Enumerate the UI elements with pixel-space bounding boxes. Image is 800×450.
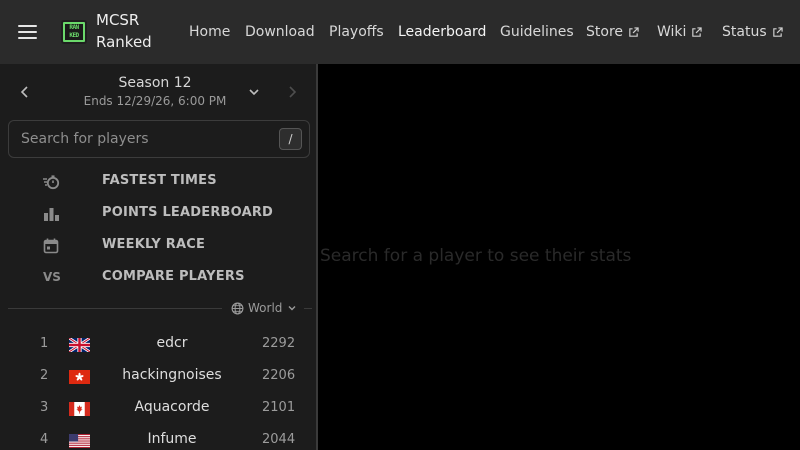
region-label: World [248,301,283,315]
player-points: 2292 [262,336,296,351]
divider [304,308,312,309]
season-dropdown-chevron-icon[interactable] [246,85,262,99]
leaderboard-sidebar: Season 12 Ends 12/29/26, 6:00 PM / FASTE… [0,64,318,450]
usa-flag-icon [69,434,90,448]
nav-wiki[interactable]: Wiki [657,21,703,43]
menu-label: FASTEST TIMES [102,173,217,188]
leaderboard-row[interactable]: 4 Infume 2044 [0,425,318,450]
bar-chart-icon [44,208,59,221]
main-empty-hint: Search for a player to see their stats [320,246,632,266]
player-name: edcr [156,335,188,351]
menu-weekly-race[interactable]: WEEKLY RACE [30,232,280,260]
player-rank: 4 [40,432,49,447]
player-name: hackingnoises [122,367,222,383]
chevron-down-icon [288,306,296,311]
leaderboard-row[interactable]: 2 hackingnoises 2206 [0,361,318,391]
stopwatch-icon [43,175,60,190]
next-season-chevron-icon[interactable] [285,84,299,100]
external-link-icon [629,26,639,37]
season-end-date: Ends 12/29/26, 6:00 PM [83,94,227,108]
player-rank: 1 [40,336,49,351]
external-link-icon [692,26,703,37]
leaderboard-row[interactable]: 1 edcr 2292 [0,329,318,359]
top-navigation-bar: RAN KED MCSR Ranked Home Download Playof… [0,0,800,64]
mcsr-ranked-logo[interactable]: RAN KED [61,20,87,44]
player-points: 2206 [262,368,296,383]
nav-home[interactable]: Home [189,21,230,43]
player-name: Infume [147,431,197,447]
vs-icon: VS [43,270,61,284]
nav-wiki-label: Wiki [657,24,687,40]
hamburger-menu-icon[interactable] [18,23,38,41]
menu-fastest-times[interactable]: FASTEST TIMES [30,168,280,196]
player-search-box[interactable]: / [8,120,310,158]
nav-playoffs[interactable]: Playoffs [329,21,384,43]
nav-leaderboard[interactable]: Leaderboard [398,21,486,43]
player-name: Aquacorde [134,399,210,415]
nav-download[interactable]: Download [245,21,315,43]
leaderboard-row[interactable]: 3 Aquacorde 2101 [0,393,318,423]
menu-label: WEEKLY RACE [102,237,206,252]
player-rank: 3 [40,400,49,415]
nav-guidelines[interactable]: Guidelines [500,21,574,43]
menu-label: COMPARE PLAYERS [102,269,245,284]
menu-label: POINTS LEADERBOARD [102,205,274,220]
season-title[interactable]: Season 12 [60,75,250,91]
menu-points-leaderboard[interactable]: POINTS LEADERBOARD [30,200,280,228]
menu-compare-players[interactable]: VS COMPARE PLAYERS [30,264,280,292]
brand-name[interactable]: MCSR Ranked [96,9,152,53]
nav-store-label: Store [586,24,624,40]
player-points: 2101 [262,400,296,415]
calendar-icon [43,238,59,254]
region-selector[interactable]: World [231,300,298,316]
player-search-input[interactable] [21,129,271,149]
brand-line-1: MCSR [96,11,140,29]
nav-status-label: Status [722,24,767,40]
divider [8,308,222,309]
player-rank: 2 [40,368,49,383]
brand-line-2: Ranked [96,33,152,51]
nav-status[interactable]: Status [722,21,783,43]
player-points: 2044 [262,432,296,447]
search-shortcut-key: / [279,128,302,150]
external-link-icon [772,26,783,37]
uk-flag-icon [69,338,90,352]
hong-kong-flag-icon [69,370,90,384]
nav-store[interactable]: Store [586,21,639,43]
globe-icon [231,302,244,314]
canada-flag-icon [69,402,90,416]
previous-season-chevron-icon[interactable] [18,84,32,100]
